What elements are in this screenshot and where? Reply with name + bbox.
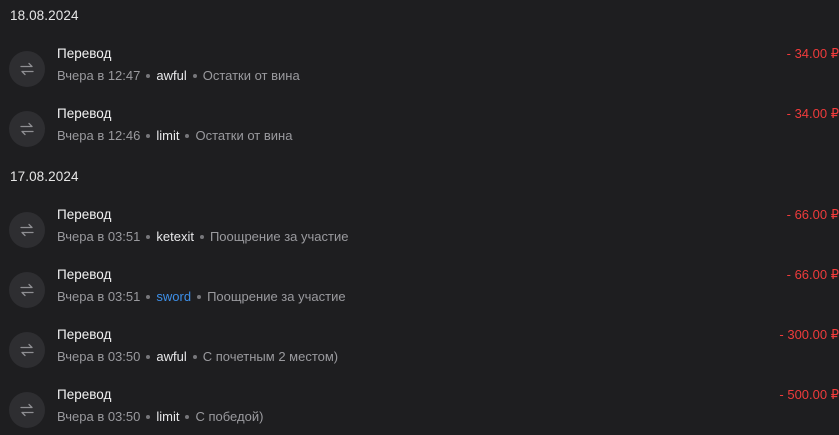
- separator-dot: [146, 294, 151, 299]
- transaction-row[interactable]: Перевод Вчера в 03:50 awful С почетным 2 м…: [0, 327, 839, 379]
- separator-dot: [146, 73, 151, 78]
- transaction-comment: Поощрение за участие: [209, 229, 349, 244]
- transaction-comment: Остатки от вина: [195, 128, 293, 143]
- transaction-time: Вчера в 03:50: [57, 349, 141, 364]
- transaction-user[interactable]: limit: [156, 128, 179, 143]
- transfer-arrows-icon: [9, 111, 45, 147]
- separator-dot: [197, 294, 202, 299]
- transfer-arrows-icon: [9, 51, 45, 87]
- transaction-amount: - 34.00 ₽: [786, 46, 839, 61]
- transaction-row[interactable]: Перевод Вчера в 12:47 awful Остатки от вин…: [0, 46, 839, 98]
- transaction-meta: Вчера в 03:51 ketexit Поощрение за участие: [57, 229, 348, 244]
- transaction-amount: - 66.00 ₽: [786, 267, 839, 282]
- transfer-arrows-icon: [9, 332, 45, 368]
- separator-dot: [146, 133, 151, 138]
- transaction-time: Вчера в 12:46: [57, 128, 141, 143]
- separator-dot: [146, 234, 151, 239]
- separator-dot: [146, 354, 151, 359]
- separator-dot: [192, 354, 197, 359]
- transaction-comment: С победой): [195, 409, 264, 424]
- transaction-user-link[interactable]: sword: [156, 289, 191, 304]
- separator-dot: [146, 414, 151, 419]
- transaction-amount: - 300.00 ₽: [779, 327, 839, 342]
- transaction-title: Перевод: [57, 46, 112, 61]
- transaction-row[interactable]: Перевод Вчера в 12:46 limit Остатки от вин…: [0, 106, 839, 158]
- transaction-time: Вчера в 12:47: [57, 68, 141, 83]
- transfer-arrows-icon: [9, 212, 45, 248]
- transaction-row[interactable]: Перевод Вчера в 03:51 ketexit Поощрение за…: [0, 207, 839, 259]
- separator-dot: [192, 73, 197, 78]
- transaction-user[interactable]: ketexit: [156, 229, 194, 244]
- transaction-amount: - 34.00 ₽: [786, 106, 839, 121]
- transaction-meta: Вчера в 03:50 awful С почетным 2 местом): [57, 349, 338, 364]
- transaction-meta: Вчера в 12:47 awful Остатки от вина: [57, 68, 300, 83]
- transfer-arrows-icon: [9, 272, 45, 308]
- transaction-title: Перевод: [57, 387, 112, 402]
- transaction-row[interactable]: Перевод Вчера в 03:51 sword Поощрение за у…: [0, 267, 839, 319]
- transaction-row[interactable]: Перевод Вчера в 03:50 limit С победой) - 5…: [0, 387, 839, 435]
- transaction-user[interactable]: limit: [156, 409, 179, 424]
- separator-dot: [185, 133, 190, 138]
- transfer-arrows-icon: [9, 392, 45, 428]
- transaction-title: Перевод: [57, 267, 112, 282]
- date-header: 17.08.2024: [10, 169, 79, 184]
- transaction-comment: С почетным 2 местом): [202, 349, 339, 364]
- transaction-history: 18.08.2024 Перевод Вчера в 12:47 awful Ост…: [0, 0, 839, 435]
- transaction-title: Перевод: [57, 106, 112, 121]
- separator-dot: [199, 234, 204, 239]
- transaction-amount: - 500.00 ₽: [779, 387, 839, 402]
- transaction-time: Вчера в 03:51: [57, 229, 141, 244]
- transaction-amount: - 66.00 ₽: [786, 207, 839, 222]
- separator-dot: [185, 414, 190, 419]
- transaction-time: Вчера в 03:50: [57, 409, 141, 424]
- transaction-title: Перевод: [57, 207, 112, 222]
- transaction-time: Вчера в 03:51: [57, 289, 141, 304]
- transaction-comment: Поощрение за участие: [207, 289, 346, 304]
- transaction-title: Перевод: [57, 327, 112, 342]
- transaction-user[interactable]: awful: [156, 68, 186, 83]
- date-header: 18.08.2024: [10, 8, 79, 23]
- transaction-comment: Остатки от вина: [202, 68, 300, 83]
- transaction-meta: Вчера в 12:46 limit Остатки от вина: [57, 128, 292, 143]
- transaction-meta: Вчера в 03:50 limit С победой): [57, 409, 263, 424]
- transaction-meta: Вчера в 03:51 sword Поощрение за участие: [57, 289, 346, 304]
- transaction-user[interactable]: awful: [156, 349, 186, 364]
